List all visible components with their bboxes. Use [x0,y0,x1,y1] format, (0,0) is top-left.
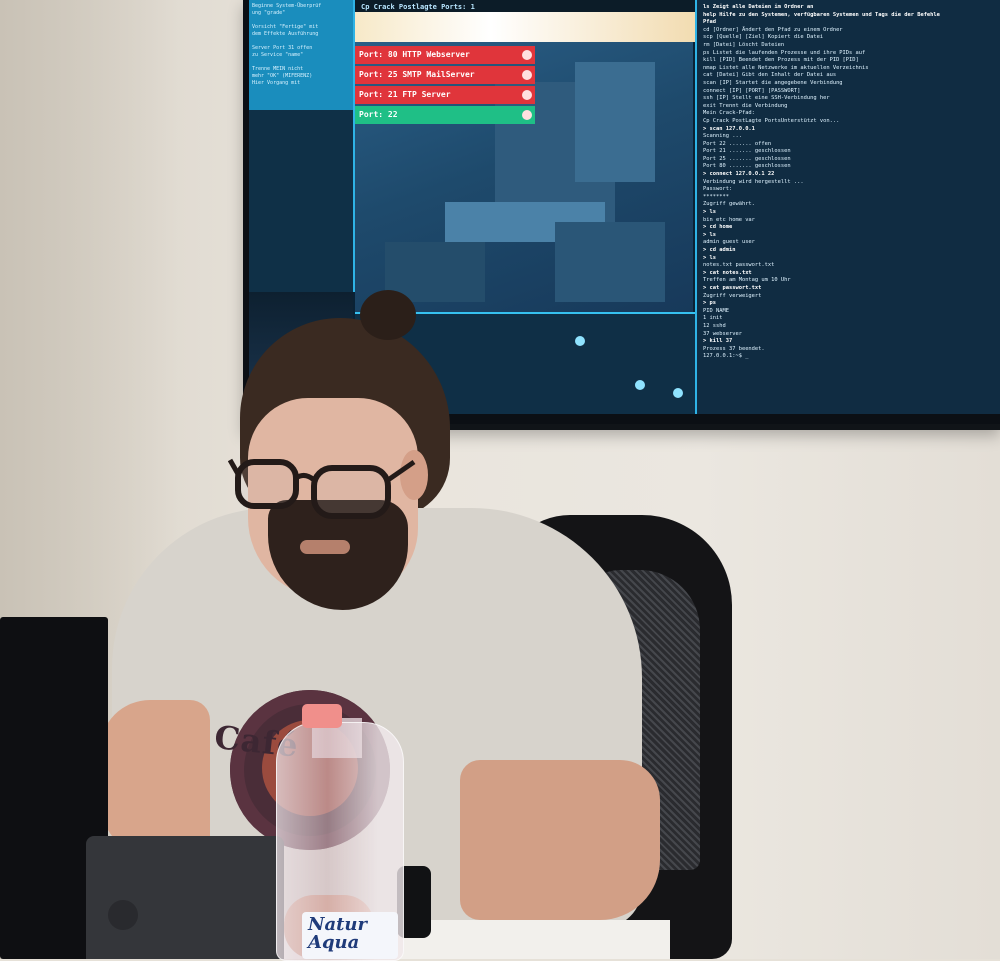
hair-bun [360,290,416,340]
bottle-label-text: Natur Aqua [308,914,368,953]
laptop [86,836,284,959]
scenery-block [575,62,655,182]
port-label: Port: 21 FTP Server [359,90,451,99]
port-list: Port: 80 HTTP Webserver Port: 25 SMTP Mai… [355,46,535,126]
port-row[interactable]: Port: 80 HTTP Webserver [355,46,535,64]
terminal-line: connect [IP] [PORT] [PASSWORT] [703,87,801,94]
terminal-line: Verbindung wird hergestellt ... [703,178,804,185]
map-node [673,388,683,398]
terminal-line: ssh [IP] Stellt eine SSH-Verbindung her [703,95,830,102]
terminal-line: 1 init [703,315,723,322]
terminal-line: Treffen am Montag um 10 Uhr [703,277,791,284]
bottle-cap [302,704,342,728]
terminal-line: Cp Crack PostLagte PortsUnterstützt von.… [703,117,840,124]
terminal-line: PID NAME [703,307,729,314]
terminal-line: Pfad [703,19,716,26]
terminal-line: 37 webserver [703,330,742,337]
terminal-line: nmap Listet alle Netzwerke im aktuellen … [703,64,869,71]
terminal-line: Port 25 ....... geschlossen [703,155,791,162]
port-status-icon [522,70,532,80]
terminal-line: Scanning ... [703,133,742,140]
port-label: Port: 25 SMTP MailServer [359,70,475,79]
terminal-line: Port 21 ....... geschlossen [703,148,791,155]
terminal-line: > cd home [703,224,733,231]
terminal-line: > ls [703,231,716,238]
terminal-line: > kill 37 [703,338,733,345]
terminal-line: 12 sshd [703,322,726,329]
eyeglasses [228,458,416,519]
terminal-line: > cat passwort.txt [703,284,762,291]
terminal-line: exit Trennt die Verbindung [703,102,788,109]
terminal-line: scp [Quelle] [Ziel] Kopiert die Datei [703,34,824,41]
terminal-line: > cd admin [703,247,736,253]
terminal-line: Port 22 ....... offen [703,140,772,147]
terminal-line: ps Listet die laufenden Prozesse und ihr… [703,49,866,56]
terminal-line: 127.0.0.1:~$ _ [703,353,749,360]
port-label: Port: 80 HTTP Webserver [359,50,470,59]
port-label: Port: 22 [359,110,398,119]
terminal-line: > ps [703,300,716,307]
port-status-icon [522,90,532,100]
terminal-line: Zugriff gewährt. [703,201,755,208]
terminal-line: cd [Ordner] Ändert den Pfad zu einem Ord… [703,26,843,33]
game-viewport: Port: 80 HTTP Webserver Port: 25 SMTP Mai… [355,42,693,312]
terminal-line: Mein Crack-Pfad: [703,110,755,117]
scenery-block [555,222,665,302]
mouth [300,540,350,554]
port-row[interactable]: Port: 25 SMTP MailServer [355,66,535,84]
left-pane-text: Beginne System-Überprüf ung "grade" Vors… [249,0,353,110]
terminal-line: bin etc home var [703,216,755,223]
terminal-line: ******** [703,193,729,200]
port-status-icon [522,50,532,60]
map-node [635,380,645,390]
terminal-line: Port 80 ....... geschlossen [703,163,791,170]
port-row[interactable]: Port: 22 [355,106,535,124]
terminal-line: > ls [703,209,716,216]
left-pane: Beginne System-Überprüf ung "grade" Vors… [249,0,355,292]
terminal-line: admin guest user [703,239,755,246]
port-row[interactable]: Port: 21 FTP Server [355,86,535,104]
terminal-line: Prozess 37 beendet. [703,345,765,352]
terminal-line: cat [Datei] Gibt den Inhalt der Datei au… [703,72,837,79]
terminal-line: > scan 127.0.0.1 [703,125,755,132]
terminal-line: > cat notes.txt [703,269,752,276]
terminal-panel: ls Zeigt alle Dateien im Ordner an help H… [695,0,1000,414]
right-arm [460,760,660,920]
terminal-line: Passwort: [703,186,733,193]
port-status-icon [522,110,532,120]
laptop-logo-icon [108,900,138,930]
terminal-line: ls Zeigt alle Dateien im Ordner an [703,4,814,10]
terminal-line: Zugriff verweigert [703,292,762,299]
terminal-line: kill [PID] Beendet den Prozess mit der P… [703,57,859,64]
terminal-line: help Hilfe zu den Systemen, verfügbaren … [703,11,940,18]
terminal-line: scan [IP] Startet die angegebene Verbind… [703,79,843,86]
game-status-bar [355,12,695,42]
terminal-line: > ls [703,254,716,261]
terminal-line: > connect 127.0.0.1 22 [703,171,775,178]
terminal-line: rm [Datei] Löscht Dateien [703,41,785,48]
map-node [575,336,585,346]
terminal-line: notes.txt passwort.txt [703,262,775,269]
